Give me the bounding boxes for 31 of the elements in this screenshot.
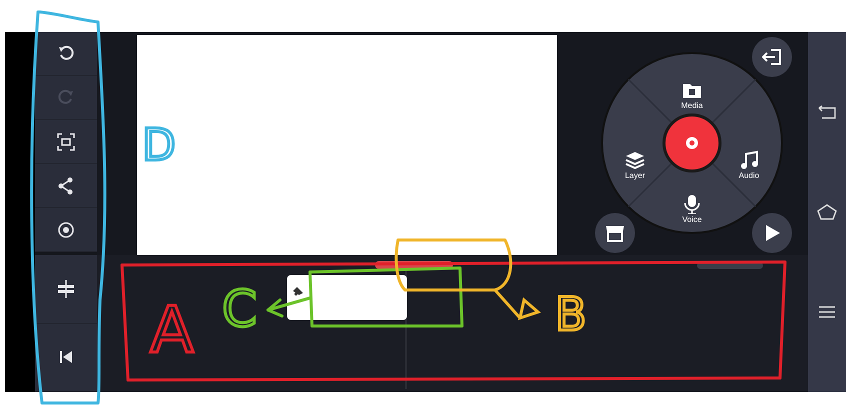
video-clip[interactable] <box>287 275 407 320</box>
play-icon <box>763 224 781 242</box>
record-button[interactable] <box>662 114 722 172</box>
wheel-item[interactable]: Layer <box>619 150 651 180</box>
annotation-letter: A <box>150 294 194 368</box>
store-button[interactable] <box>595 213 635 253</box>
play-button[interactable] <box>752 213 792 253</box>
annotation-arrow <box>494 288 541 320</box>
target-icon <box>57 220 75 238</box>
fullscreen-icon <box>57 132 75 150</box>
store-icon <box>605 224 625 242</box>
wheel-item[interactable]: Media <box>676 80 708 110</box>
clip-type-icon <box>292 286 304 296</box>
menu-icon <box>819 306 835 318</box>
levels-icon <box>57 280 75 298</box>
music-note-icon <box>738 150 760 170</box>
annotation-letter: B <box>555 287 587 341</box>
undo-icon <box>57 44 75 62</box>
wheel-item[interactable]: Voice <box>676 194 708 224</box>
layers-icon <box>624 150 646 170</box>
share-icon <box>57 176 75 194</box>
redo-icon <box>57 88 75 106</box>
microphone-icon <box>681 194 703 214</box>
wheel-item[interactable]: Audio <box>733 150 765 180</box>
exit-button[interactable] <box>752 37 792 77</box>
exit-icon <box>762 48 782 66</box>
annotation-letter: D <box>142 120 176 171</box>
back-icon <box>818 104 836 119</box>
annotation-letter: C <box>222 280 257 338</box>
home-icon <box>817 204 837 220</box>
annotation-arrow <box>266 296 312 318</box>
